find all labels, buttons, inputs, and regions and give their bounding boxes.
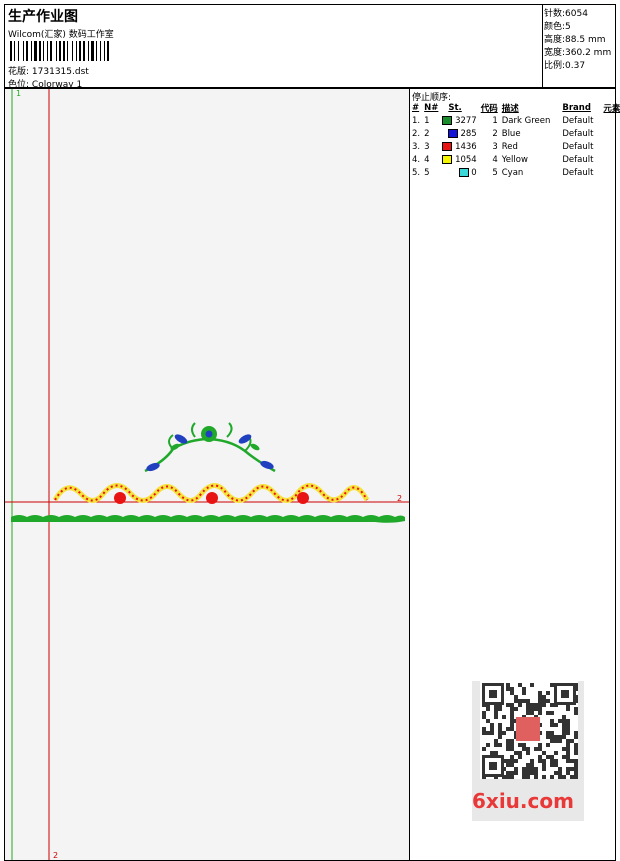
vine-curl-top-right — [226, 422, 233, 438]
color-swatch — [447, 128, 458, 138]
design-value: 1731315.dst — [31, 67, 89, 77]
page-title: 生产作业图 — [8, 9, 78, 25]
color-table-header: # N# St. 代码 描述 Brand 元素 — [412, 102, 620, 114]
color-swatch — [458, 167, 469, 177]
red-flower-1 — [114, 492, 126, 504]
barcode — [10, 41, 109, 61]
studio-name: Wilcom(汇家) 数码工作室 — [8, 30, 114, 40]
table-row: 1. 1 3277 1 Dark Green Default — [412, 115, 594, 126]
watermark-site: 6xiu.com — [472, 789, 574, 813]
marker-right: 2 — [397, 494, 402, 503]
table-row: 3. 3 1436 3 Red Default — [412, 141, 594, 152]
color-swatch — [442, 115, 453, 125]
marker-bottom: 2 — [53, 851, 58, 860]
color-table: # N# St. 代码 描述 Brand 元素 1. 1 3277 1 Dark Gr… — [410, 101, 620, 179]
red-flower-3 — [297, 492, 309, 504]
table-row: 5. 5 0 5 Cyan Default — [412, 167, 594, 178]
qr-code — [480, 681, 578, 779]
design-canvas[interactable]: 1 2 2 — [4, 88, 410, 861]
height-value: 高度:88.5 mm — [544, 35, 606, 45]
header-panel: 生产作业图 Wilcom(汇家) 数码工作室 花版: 1731315.dst 色… — [4, 4, 543, 90]
stats-panel: 针数:6054 颜色:5 高度:88.5 mm 宽度:360.2 mm 比例:0… — [542, 4, 616, 88]
vine-curl-top-left — [191, 422, 196, 438]
green-scallop-border — [11, 515, 405, 523]
stitch-count: 针数:6054 — [544, 9, 588, 19]
width-value: 宽度:360.2 mm — [544, 48, 612, 58]
table-row: 2. 2 285 2 Blue Default — [412, 128, 594, 139]
table-row: 4. 4 1054 4 Yellow Default — [412, 154, 594, 165]
stop-sequence-panel: 停止顺序: # N# St. 代码 描述 Brand 元素 1. 1 3277 1 D… — [409, 88, 620, 861]
red-flower-2 — [206, 492, 218, 504]
design-label: 花版: — [8, 67, 30, 77]
scale-value: 比例:0.37 — [544, 61, 586, 71]
top-flower-center — [205, 430, 213, 438]
marker-top: 1 — [16, 89, 21, 98]
design-preview: 1 2 2 — [5, 89, 409, 860]
color-count: 颜色:5 — [544, 22, 571, 32]
color-swatch — [442, 154, 453, 164]
color-swatch — [442, 141, 453, 151]
green-vine-arch — [144, 437, 276, 473]
design-file-line: 花版: 1731315.dst — [8, 64, 89, 77]
